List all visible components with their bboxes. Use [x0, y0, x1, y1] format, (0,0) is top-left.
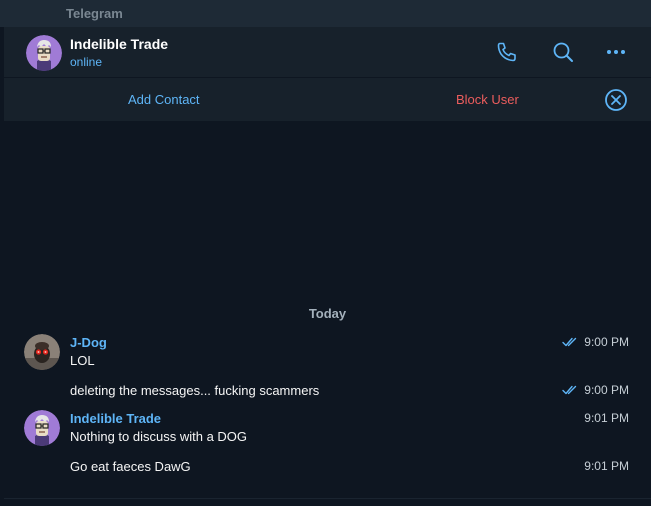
phone-icon[interactable] [495, 40, 519, 64]
contact-action-bar: Add Contact Block User [4, 78, 651, 122]
double-check-icon [562, 337, 577, 347]
double-check-icon [562, 385, 577, 395]
message-time: 9:00 PM [584, 383, 629, 397]
app-title: Telegram [66, 6, 123, 21]
block-user-button[interactable]: Block User [456, 92, 519, 107]
contact-avatar[interactable] [26, 35, 62, 71]
chat-header[interactable]: Indelible Trade online [4, 27, 651, 78]
telegram-window: Telegram Indelible Trade online Add Cont… [0, 0, 651, 506]
more-icon[interactable] [604, 40, 628, 64]
add-contact-button[interactable]: Add Contact [128, 92, 200, 107]
date-separator: Today [308, 306, 347, 321]
message-time: 9:01 PM [584, 459, 629, 473]
window-titlebar[interactable]: Telegram [0, 0, 651, 28]
search-icon[interactable] [551, 40, 575, 64]
sender-avatar[interactable] [24, 334, 60, 370]
contact-status: online [70, 55, 103, 69]
message-text: Nothing to discuss with a DOG [70, 429, 248, 444]
sender-avatar[interactable] [24, 410, 60, 446]
message-list[interactable]: Today J-Dog LOL 9:00 PM deleting the mes… [4, 122, 651, 506]
contact-name[interactable]: Indelible Trade [70, 36, 168, 52]
divider [4, 498, 651, 499]
message-time: 9:01 PM [584, 411, 629, 425]
message-text: Go eat faeces DawG [70, 459, 191, 474]
message-text: LOL [70, 353, 95, 368]
message-text: deleting the messages... fucking scammer… [70, 383, 320, 398]
sender-name[interactable]: J-Dog [70, 335, 107, 350]
close-circle-icon[interactable] [604, 88, 628, 112]
message-time: 9:00 PM [584, 335, 629, 349]
sender-name[interactable]: Indelible Trade [70, 411, 161, 426]
